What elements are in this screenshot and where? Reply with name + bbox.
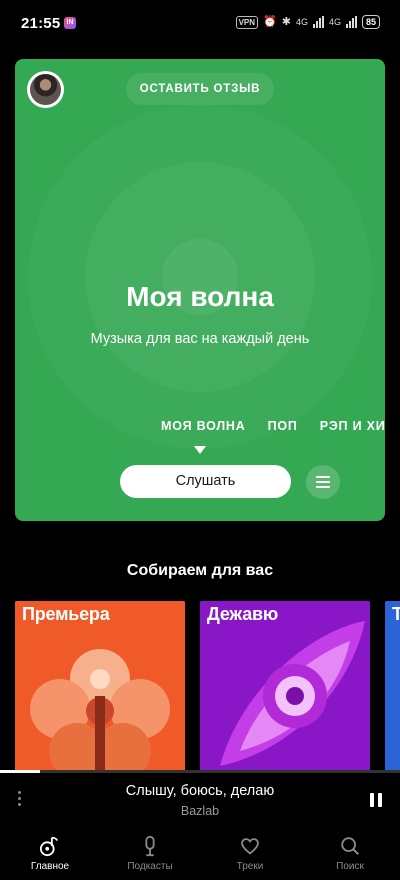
network-label-1: 4G <box>295 17 308 27</box>
pause-button[interactable] <box>370 793 382 807</box>
nav-item-podcasts[interactable]: Подкасты <box>100 826 200 880</box>
nav-label-tracks: Треки <box>236 861 264 872</box>
app-notification-icon: IN <box>64 17 76 29</box>
track-title: Слышу, боюсь, делаю <box>125 783 275 799</box>
bluetooth-icon: ✱ <box>281 16 291 28</box>
network-label-2: 4G <box>328 17 341 27</box>
genre-tabs: МОЯ ВОЛНА ПОП РЭП И ХИП- <box>161 419 385 433</box>
hero-subtitle: Музыка для вас на каждый день <box>90 331 310 347</box>
genre-selected-indicator <box>194 446 206 454</box>
nav-item-search[interactable]: Поиск <box>300 826 400 880</box>
nav-label-podcasts: Подкасты <box>127 861 173 872</box>
menu-icon <box>316 476 330 478</box>
avatar-image <box>30 74 61 105</box>
nav-label-home: Главное <box>30 861 70 872</box>
search-icon <box>341 837 359 855</box>
listen-button[interactable]: Слушать <box>120 465 291 498</box>
premiere-cover-art <box>15 601 185 771</box>
nav-item-home[interactable]: Главное <box>0 826 100 880</box>
playlist-tile-premiere[interactable]: Премьера <box>15 601 185 771</box>
battery-icon: 85 <box>361 15 380 29</box>
wave-settings-button[interactable] <box>306 465 340 499</box>
track-artist: Bazlab <box>180 804 220 818</box>
playlist-tile-label: Т <box>392 604 400 624</box>
status-bar: 21:55 IN VPN ⏰ ✱ 4G 4G 85 <box>0 0 400 46</box>
playlist-carousel[interactable]: Премьера Дежавю Т <box>15 601 400 771</box>
mini-player[interactable]: Слышу, боюсь, делаю Bazlab <box>0 773 400 825</box>
dejavu-cover-art <box>200 601 370 771</box>
playlist-tile-label: Премьера <box>22 604 110 624</box>
pause-icon <box>370 793 374 807</box>
section-title: Собираем для вас <box>126 562 274 579</box>
hero-title: Моя волна <box>126 281 274 312</box>
heart-icon <box>241 838 259 855</box>
avatar[interactable] <box>27 71 64 108</box>
status-time: 21:55 <box>21 15 61 32</box>
my-wave-card[interactable]: ОСТАВИТЬ ОТЗЫВ Моя волна Музыка для вас … <box>15 59 385 521</box>
signal-icon <box>312 16 324 28</box>
genre-tab-rap[interactable]: РЭП И ХИП- <box>320 419 385 433</box>
bottom-navigation: Главное Подкасты Треки Поиск <box>0 826 400 880</box>
music-note-icon <box>39 836 59 857</box>
signal-icon-2 <box>345 16 357 28</box>
nav-item-tracks[interactable]: Треки <box>200 826 300 880</box>
microphone-icon <box>145 835 155 857</box>
playlist-tile-next[interactable]: Т <box>385 601 400 771</box>
nav-label-search: Поиск <box>336 861 364 872</box>
alarm-icon: ⏰ <box>263 16 277 28</box>
status-indicators: VPN ⏰ ✱ 4G 4G 85 <box>235 15 380 29</box>
vpn-icon: VPN <box>235 15 259 29</box>
genre-tab-pop[interactable]: ПОП <box>268 419 298 433</box>
playlist-tile-dejavu[interactable]: Дежавю <box>200 601 370 771</box>
genre-tab-my-wave[interactable]: МОЯ ВОЛНА <box>161 419 246 433</box>
leave-feedback-button[interactable]: ОСТАВИТЬ ОТЗЫВ <box>126 73 274 105</box>
playlist-tile-label: Дежавю <box>207 604 279 624</box>
